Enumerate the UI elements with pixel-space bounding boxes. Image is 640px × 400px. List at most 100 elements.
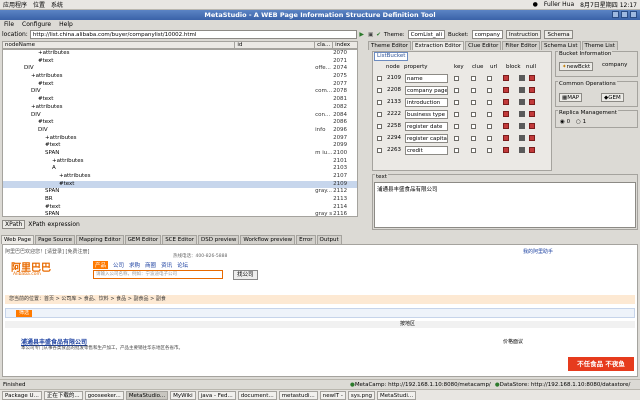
tree-row[interactable]: +attributes 2082 (3, 104, 357, 112)
key-checkbox[interactable] (454, 123, 459, 129)
tree-row[interactable]: #text 2077 (3, 81, 357, 89)
property-name-field[interactable]: register date (405, 121, 448, 131)
clue-checkbox[interactable] (471, 123, 476, 129)
key-checkbox[interactable] (454, 111, 459, 117)
replica-radio-0[interactable]: ◉ 0 (560, 119, 570, 125)
user-name[interactable]: Fuller Hua (544, 1, 574, 8)
null-button[interactable] (519, 135, 525, 141)
menu-help[interactable]: Help (59, 20, 73, 29)
tree-row[interactable]: SPAN m iu... 2100 (3, 150, 357, 158)
sort-select[interactable]: 按地区 (400, 321, 415, 328)
block-button[interactable] (503, 75, 509, 81)
replica-radio-1[interactable]: ○ 1 (576, 119, 586, 125)
url-checkbox[interactable] (487, 87, 492, 93)
col-class[interactable]: cla... (315, 42, 334, 48)
nav-news[interactable]: 资讯 (161, 261, 172, 269)
null-button[interactable] (519, 75, 525, 81)
delete-row-icon[interactable] (529, 135, 535, 141)
clue-checkbox[interactable] (471, 87, 476, 93)
delete-row-icon[interactable] (529, 87, 535, 93)
tree-row[interactable]: DIV offe... 2074 (3, 65, 357, 73)
company-name-link[interactable]: 浦通县丰盛食品有限公司 (21, 337, 87, 346)
tab-extraction-editor[interactable]: Extraction Editor (412, 41, 465, 50)
tree-row[interactable]: BR 2113 (3, 196, 357, 204)
url-checkbox[interactable] (487, 75, 492, 81)
clue-checkbox[interactable] (471, 111, 476, 117)
tree-row[interactable]: +attributes 2107 (3, 173, 357, 181)
promo-banner[interactable]: 不任食品 不夜鱼 (568, 357, 634, 371)
col-index[interactable]: index (333, 42, 357, 48)
taskbar-item[interactable]: 正在下载的... (43, 390, 83, 400)
tree-row[interactable]: #text 2114 (3, 204, 357, 212)
schema-button[interactable]: Schema (544, 30, 573, 39)
datastore-status[interactable]: DataStore: http://192.168.1.10:8080/data… (500, 382, 640, 388)
tree-row[interactable]: #text 2081 (3, 96, 357, 104)
row-select-checkbox[interactable] (377, 147, 382, 153)
nav-biz[interactable]: 商圈 (145, 261, 156, 269)
tab-workflow-preview[interactable]: Workflow preview (240, 235, 296, 244)
clue-checkbox[interactable] (471, 135, 476, 141)
property-name-field[interactable]: introduction (405, 97, 448, 107)
tree-row[interactable]: +attributes 2101 (3, 158, 357, 166)
save-icon[interactable]: ▣ (368, 32, 373, 38)
col-nodename[interactable]: nodeName (3, 42, 236, 48)
property-name-field[interactable]: company page (405, 85, 448, 95)
maximize-button[interactable] (621, 11, 628, 18)
clue-checkbox[interactable] (471, 99, 476, 105)
find-company-button[interactable]: 找公司 (233, 270, 258, 280)
tab-output[interactable]: Output (316, 235, 342, 244)
null-button[interactable] (519, 111, 525, 117)
tree-row[interactable]: DIV com... 2078 (3, 88, 357, 96)
nav-companies[interactable]: 公司 (113, 261, 124, 269)
dom-tree[interactable]: +attributes 2070 #text 2071 DIV offe... 2074 +a… (2, 49, 358, 217)
null-button[interactable] (519, 123, 525, 129)
col-id[interactable]: id (235, 42, 316, 48)
block-button[interactable] (503, 123, 509, 129)
menu-file[interactable]: File (4, 20, 14, 29)
apps-menu[interactable]: 应用程序 (3, 0, 27, 9)
tab-sce-editor[interactable]: SCE Editor (162, 235, 198, 244)
delete-row-icon[interactable] (529, 99, 535, 105)
tree-row[interactable]: DIV info 2096 (3, 127, 357, 135)
close-button[interactable] (630, 11, 637, 18)
url-checkbox[interactable] (487, 99, 492, 105)
xpath-button[interactable]: XPath (2, 219, 26, 229)
taskbar-item[interactable]: gooseeker... (84, 390, 124, 400)
property-name-field[interactable]: register capital (405, 133, 448, 143)
null-button[interactable] (519, 147, 525, 153)
tab-schema-list[interactable]: Schema List (541, 41, 581, 50)
tab-dsd-preview[interactable]: DSD preview (198, 235, 240, 244)
key-checkbox[interactable] (454, 75, 459, 81)
row-select-checkbox[interactable] (377, 75, 382, 81)
tab-theme-list[interactable]: Theme List (581, 41, 618, 50)
block-button[interactable] (503, 111, 509, 117)
tree-row[interactable]: +attributes 2070 (3, 50, 357, 58)
go-icon[interactable]: ▶ (359, 31, 364, 38)
taskbar-item[interactable]: MetaStudio... (125, 390, 169, 400)
row-select-checkbox[interactable] (377, 99, 382, 105)
url-checkbox[interactable] (487, 135, 492, 141)
tab-error[interactable]: Error (296, 235, 316, 244)
clue-checkbox[interactable] (471, 75, 476, 81)
delete-row-icon[interactable] (529, 147, 535, 153)
list-bucket-tab[interactable]: ListBucket (374, 52, 409, 61)
tab-mapping-editor[interactable]: Mapping Editor (76, 235, 124, 244)
map-button[interactable]: ▦MAP (559, 93, 583, 102)
theme-field[interactable]: ComList_ali (407, 30, 445, 39)
key-checkbox[interactable] (454, 87, 459, 93)
taskbar-item[interactable]: java - Fed... (197, 390, 236, 400)
tree-row[interactable]: #text 2086 (3, 119, 357, 127)
url-checkbox[interactable] (487, 123, 492, 129)
taskbar-item[interactable]: Package U... (2, 390, 42, 400)
system-menu[interactable]: 系统 (51, 0, 63, 9)
taskbar-item[interactable]: metastudi... (278, 390, 318, 400)
null-button[interactable] (519, 99, 525, 105)
tree-row[interactable]: SPAN gray s 2116 (3, 211, 357, 216)
block-button[interactable] (503, 135, 509, 141)
row-select-checkbox[interactable] (377, 123, 382, 129)
block-button[interactable] (503, 99, 509, 105)
my-alibaba-link[interactable]: 我的阿里助手 (523, 248, 553, 255)
bucket-field[interactable]: company (471, 30, 504, 39)
tab-clue-editor[interactable]: Clue Editor (465, 41, 502, 50)
tree-row[interactable]: A 2103 (3, 165, 357, 173)
